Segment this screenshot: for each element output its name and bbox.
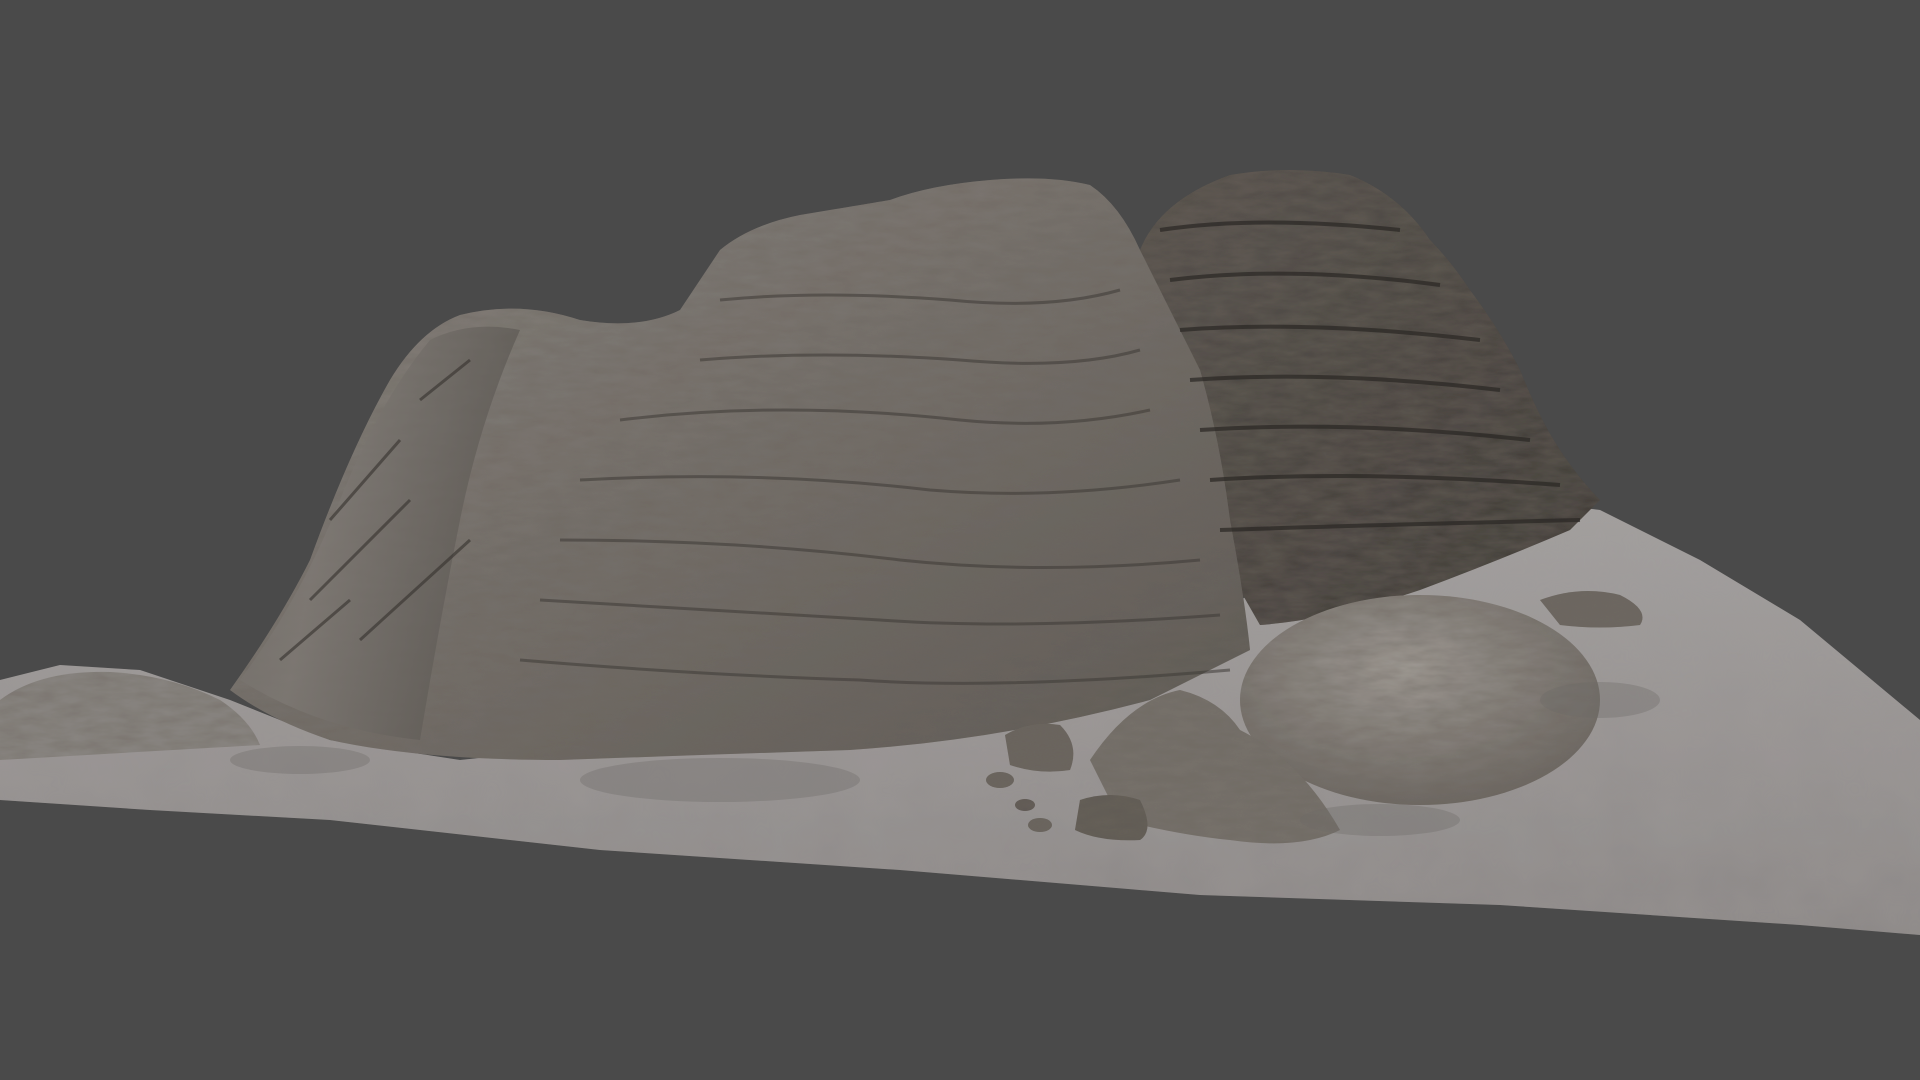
3d-viewport[interactable] <box>0 0 1920 1080</box>
left-mound <box>0 671 260 760</box>
rock-scene-render <box>0 170 1920 935</box>
